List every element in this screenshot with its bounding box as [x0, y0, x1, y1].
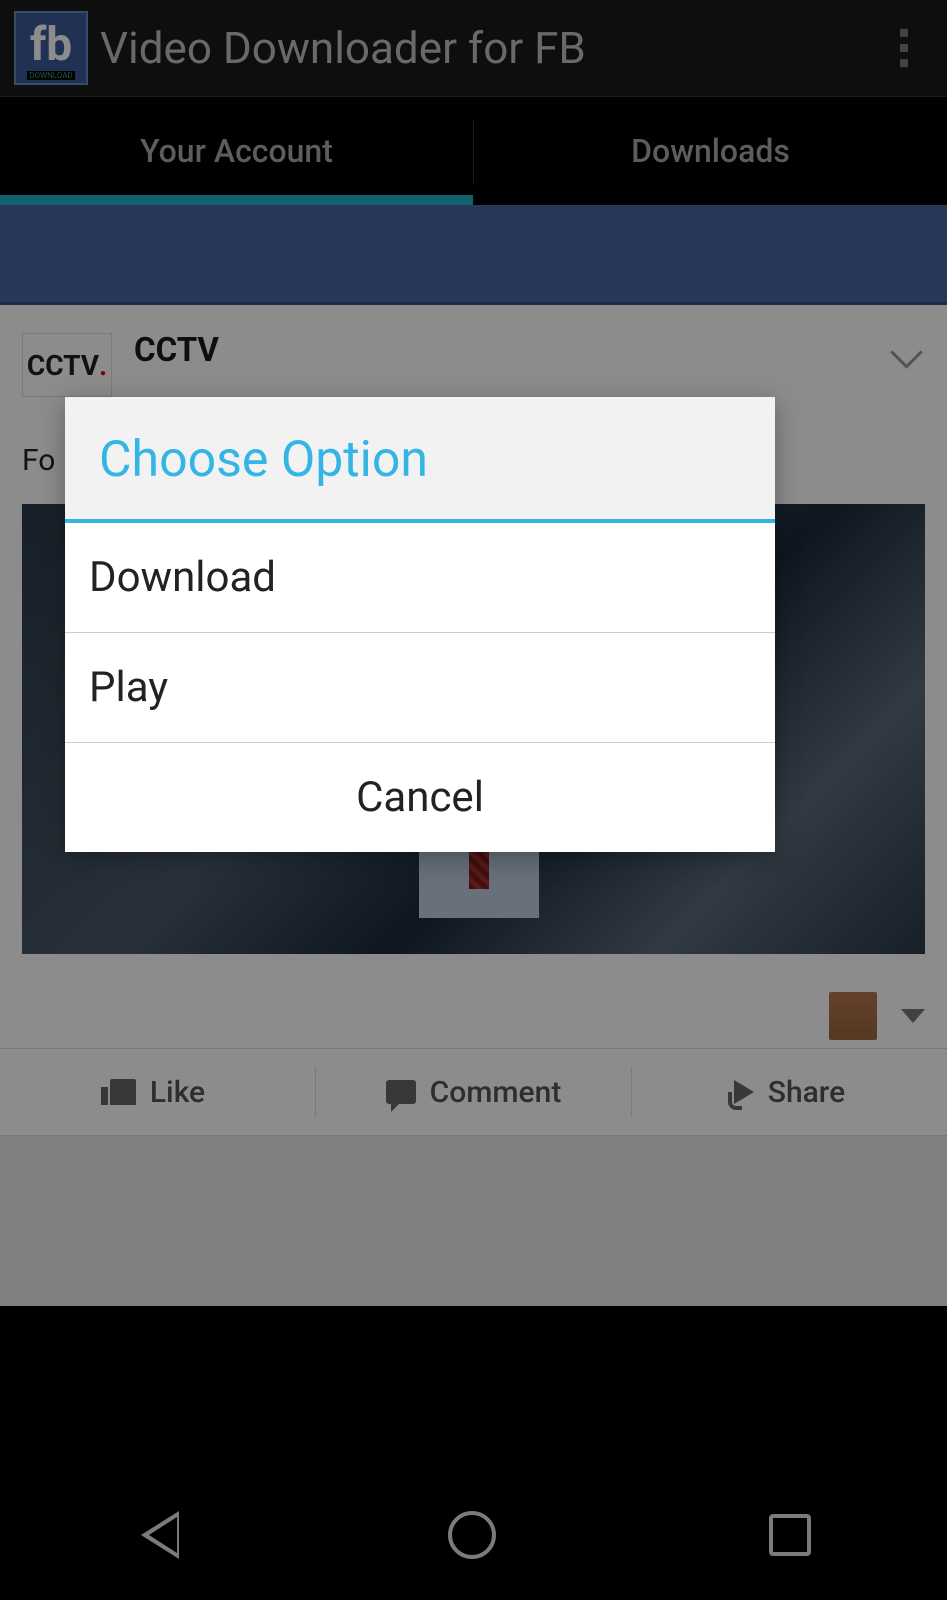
dialog-option-download[interactable]: Download — [65, 523, 775, 633]
dialog-cancel-button[interactable]: Cancel — [65, 743, 775, 852]
dialog-title: Choose Option — [65, 397, 775, 519]
dialog-option-play[interactable]: Play — [65, 633, 775, 743]
choose-option-dialog: Choose Option Download Play Cancel — [65, 397, 775, 852]
